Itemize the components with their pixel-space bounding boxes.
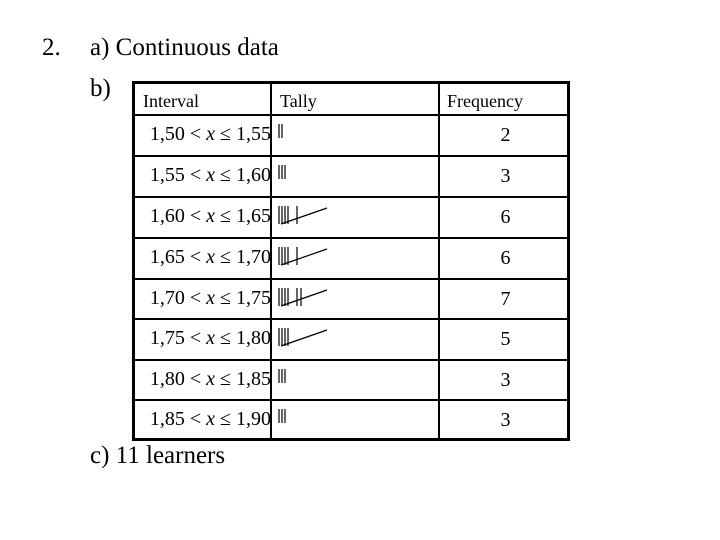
frequency-cell: 5 — [500, 328, 511, 350]
header-frequency: Frequency — [447, 91, 523, 111]
header-tally: Tally — [280, 91, 317, 111]
row-divider — [135, 196, 567, 198]
tally-marks — [275, 120, 345, 150]
tally-marks — [275, 405, 345, 435]
tally-marks — [275, 365, 345, 395]
frequency-cell: 3 — [500, 409, 511, 431]
part-b-label: b) — [90, 75, 111, 102]
tally-marks — [275, 161, 345, 191]
header-interval: Interval — [143, 91, 199, 111]
row-divider — [135, 278, 567, 280]
frequency-cell: 6 — [500, 247, 511, 269]
frequency-cell: 6 — [500, 206, 511, 228]
interval-cell: 1,70 < x ≤ 1,75 — [149, 287, 271, 309]
tally-marks — [275, 324, 345, 354]
row-divider — [135, 155, 567, 157]
row-divider — [135, 114, 567, 116]
tally-marks — [275, 243, 345, 273]
frequency-cell: 3 — [500, 165, 511, 187]
interval-cell: 1,60 < x ≤ 1,65 — [149, 205, 271, 227]
frequency-cell: 7 — [500, 288, 511, 310]
row-divider — [135, 359, 567, 361]
frequency-cell: 3 — [500, 369, 511, 391]
interval-cell: 1,65 < x ≤ 1,70 — [149, 246, 271, 268]
interval-cell: 1,80 < x ≤ 1,85 — [149, 368, 271, 390]
column-divider — [438, 84, 440, 438]
row-divider — [135, 399, 567, 401]
part-a-answer: a) Continuous data — [90, 34, 279, 61]
tally-marks — [275, 202, 345, 232]
row-divider — [135, 318, 567, 320]
frequency-table: Interval Tally Frequency 1,50 < x ≤ 1,55… — [132, 81, 570, 441]
interval-cell: 1,85 < x ≤ 1,90 — [149, 408, 271, 430]
tally-marks — [275, 284, 345, 314]
interval-cell: 1,75 < x ≤ 1,80 — [149, 327, 271, 349]
part-c-answer: c) 11 learners — [90, 442, 226, 469]
interval-cell: 1,55 < x ≤ 1,60 — [149, 164, 271, 186]
question-number: 2. — [42, 34, 61, 61]
row-divider — [135, 237, 567, 239]
interval-cell: 1,50 < x ≤ 1,55 — [149, 123, 271, 145]
frequency-cell: 2 — [500, 124, 511, 146]
